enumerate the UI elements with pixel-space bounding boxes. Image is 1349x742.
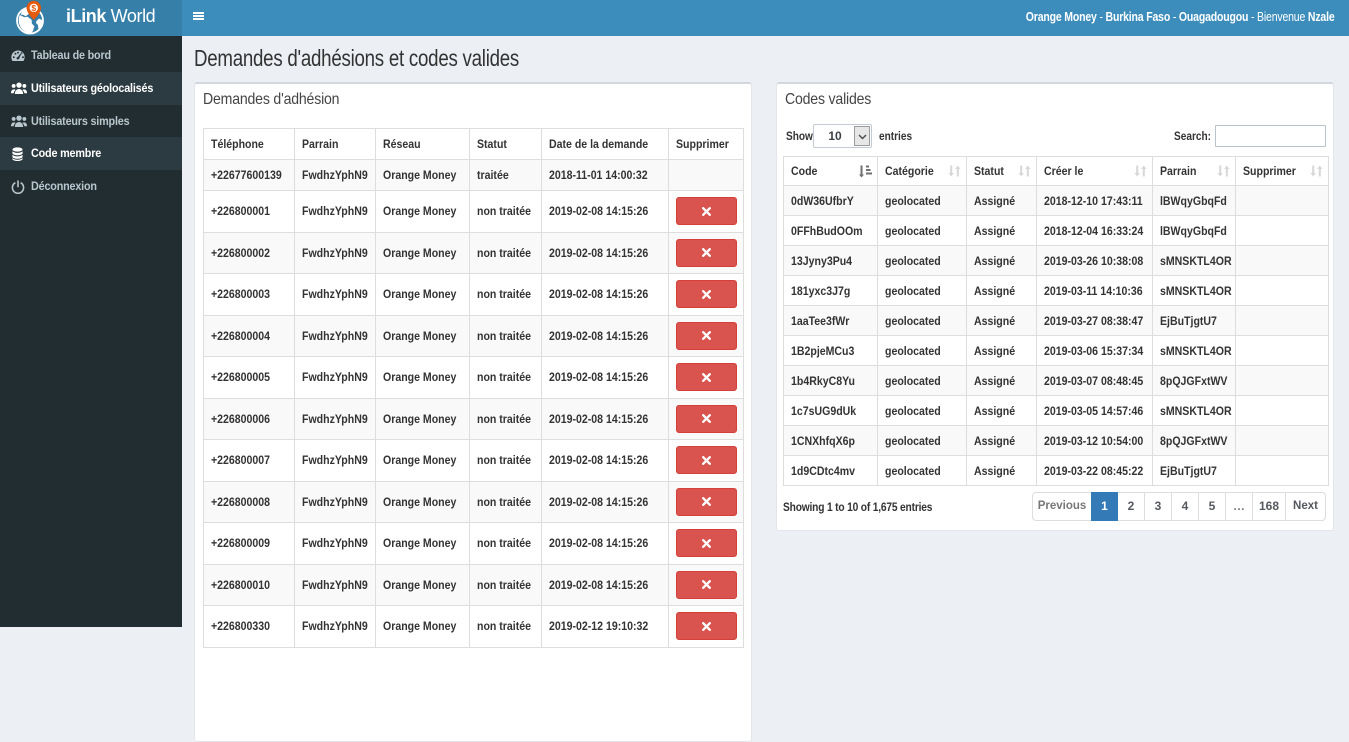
svg-text:$: $ [31,3,36,13]
